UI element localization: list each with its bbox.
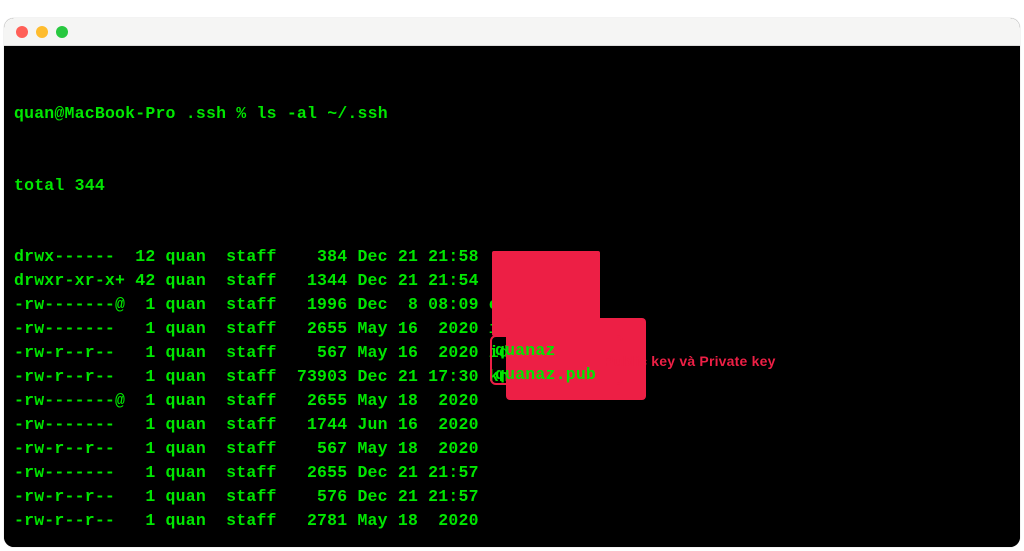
- list-item: -rw-r--r-- 1 quan staff 576 Dec 21 21:57: [14, 485, 1010, 509]
- list-item: -rw-r--r-- 1 quan staff 2781 May 18 2020: [14, 509, 1010, 533]
- maximize-icon[interactable]: [56, 26, 68, 38]
- window-titlebar: [4, 18, 1020, 46]
- minimize-icon[interactable]: [36, 26, 48, 38]
- terminal-window: quan@MacBook-Pro .ssh % ls -al ~/.ssh to…: [4, 18, 1020, 547]
- terminal-content[interactable]: quan@MacBook-Pro .ssh % ls -al ~/.ssh to…: [4, 46, 1020, 547]
- list-item: -rw------- 1 quan staff 2655 Dec 21 21:5…: [14, 461, 1010, 485]
- total-line: total 344: [14, 174, 1010, 198]
- prompt-user: quan: [14, 104, 54, 123]
- prompt-cwd: .ssh: [186, 104, 226, 123]
- prompt-host: MacBook-Pro: [65, 104, 176, 123]
- list-item: -rw-r--r-- 1 quan staff 567 May 18 2020: [14, 437, 1010, 461]
- highlight-name-1: quanaz: [495, 341, 556, 360]
- annotation-label: Public key và Private key: [604, 351, 776, 371]
- list-item: -rw------- 1 quan staff 1744 Jun 16 2020: [14, 413, 1010, 437]
- highlight-text: quanaz quanaz.pub: [495, 339, 619, 383]
- prompt-symbol: %: [236, 104, 246, 123]
- highlight-name-2: quanaz.pub: [495, 365, 596, 384]
- command-text: ls -al ~/.ssh: [257, 104, 388, 123]
- prompt-line: quan@MacBook-Pro .ssh % ls -al ~/.ssh: [14, 102, 1010, 126]
- close-icon[interactable]: [16, 26, 28, 38]
